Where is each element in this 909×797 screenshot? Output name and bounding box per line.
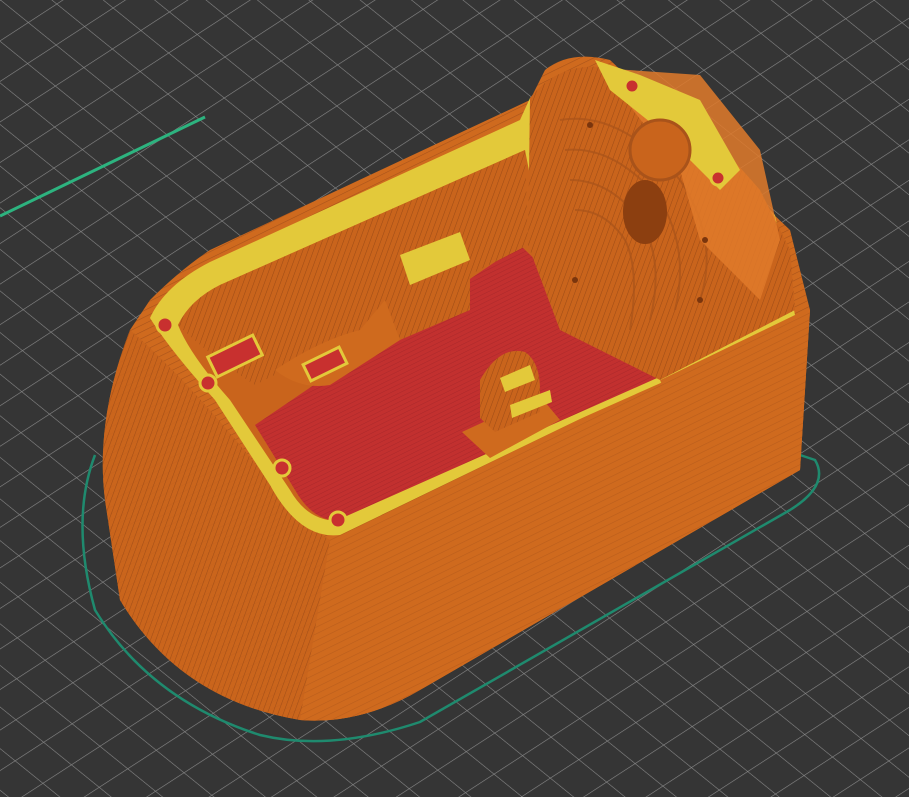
3d-print-preview-viewport[interactable]: [0, 0, 909, 797]
plate-hole-2: [572, 277, 578, 283]
plate-hole-3: [702, 237, 708, 243]
motor-shaft-hole: [623, 180, 667, 244]
plate-hole-1: [587, 122, 593, 128]
plate-hole-4: [697, 297, 703, 303]
preview-canvas[interactable]: [0, 0, 909, 797]
boss-ring: [628, 118, 692, 182]
screw-hole-1: [623, 77, 641, 95]
screw-hole-2: [709, 169, 727, 187]
